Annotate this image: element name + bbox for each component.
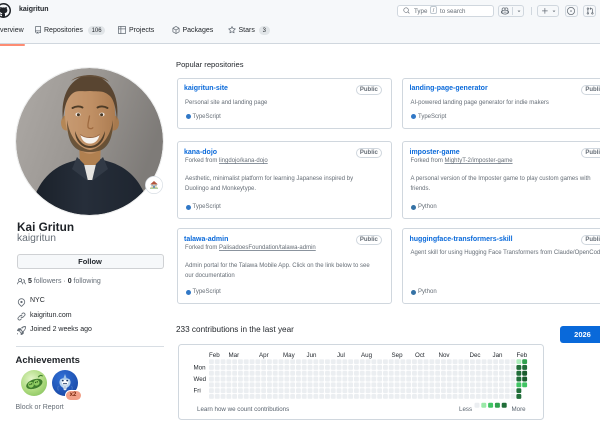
svg-text:Sep: Sep (391, 351, 403, 358)
svg-text:Less: Less (459, 405, 472, 412)
svg-text:Apr: Apr (259, 351, 269, 358)
svg-text:Learn how we count contributio: Learn how we count contributions (197, 405, 289, 412)
svg-text:Jul: Jul (337, 351, 345, 358)
svg-text:More: More (511, 405, 526, 412)
svg-text:Wed: Wed (193, 376, 206, 383)
svg-text:Dec: Dec (469, 351, 480, 358)
svg-text:Feb: Feb (516, 351, 527, 358)
svg-text:Feb: Feb (209, 351, 220, 358)
svg-text:Mon: Mon (193, 364, 206, 371)
svg-text:Jan: Jan (492, 351, 503, 358)
svg-text:Nov: Nov (438, 351, 450, 358)
svg-text:Mar: Mar (228, 351, 239, 358)
svg-text:Oct: Oct (415, 351, 425, 358)
svg-text:Aug: Aug (361, 351, 373, 358)
svg-text:Jun: Jun (306, 351, 317, 358)
svg-text:Fri: Fri (193, 387, 200, 394)
svg-text:May: May (283, 351, 296, 358)
